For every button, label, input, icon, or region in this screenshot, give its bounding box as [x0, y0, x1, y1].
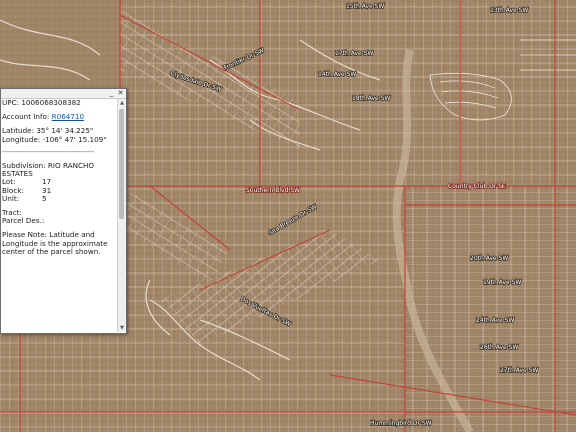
street-label-hummingbird: Hummingbird Dr SW [370, 420, 432, 427]
upc-label: UPC: [2, 99, 20, 107]
unit-value: 5 [42, 193, 47, 203]
unit-row: Unit: 5 [2, 193, 116, 203]
longitude-row: Longitude: -106° 47' 15.109" [2, 134, 116, 144]
street-label-27th: 27th Ave SW [500, 367, 538, 374]
account-link[interactable]: R064710 [52, 112, 84, 121]
upc-value: 1006068308382 [21, 99, 81, 107]
parcel-des-label: Parcel Des.: [2, 216, 45, 226]
account-row: Account Info: R064710 [2, 113, 116, 121]
longitude-label: Longitude: [2, 134, 41, 144]
unit-label: Unit: [2, 193, 20, 203]
street-label-southern-blvd: Southern Blvd SW [246, 187, 300, 194]
street-label-18th: 18th Ave SW [352, 95, 390, 102]
longitude-value: -106° 47' 15.109" [42, 134, 107, 144]
parcel-info-popup[interactable]: _ ✕ UPC: 1006068308382 Account Info: R06… [0, 88, 127, 334]
divider: ---------------------------------------- [2, 146, 94, 156]
street-label-26th: 26th Ave SW [480, 344, 518, 351]
parcel-grid-east [405, 185, 576, 432]
block-row: Block: 31 [2, 186, 116, 195]
street-label-country-club: Country Club Dr SE [448, 183, 506, 190]
popup-titlebar[interactable]: _ ✕ [1, 89, 126, 99]
scroll-thumb[interactable] [119, 109, 124, 219]
close-icon[interactable]: ✕ [117, 90, 124, 97]
street-label-24th: 24th Ave SW [476, 317, 514, 324]
street-label-14th: 14th Ave SW [318, 71, 356, 78]
popup-content: UPC: 1006068308382 Account Info: R064710… [2, 99, 116, 331]
scroll-down-icon[interactable]: ▼ [118, 324, 126, 332]
account-label: Account Info: [2, 112, 50, 122]
street-label-13th: 13th Ave SW [490, 7, 528, 14]
street-label-20th: 20th Ave SW [470, 255, 508, 262]
scroll-up-icon[interactable]: ▲ [118, 99, 126, 107]
popup-scrollbar[interactable]: ▲ ▼ [117, 99, 126, 332]
minimize-icon[interactable]: _ [108, 90, 115, 97]
subdivision-value-line2: ESTATES [2, 169, 33, 179]
street-label-17th: 17th Ave SW [335, 50, 373, 57]
street-label-19th: 19th Ave SW [483, 279, 521, 286]
location-note: Please Note: Latitude and Longitude is t… [2, 230, 108, 256]
subdivision-value: RIO RANCHO [47, 161, 95, 171]
upc-row: UPC: 1006068308382 [2, 99, 116, 107]
street-label-15th: 15th Ave SW [346, 3, 384, 10]
